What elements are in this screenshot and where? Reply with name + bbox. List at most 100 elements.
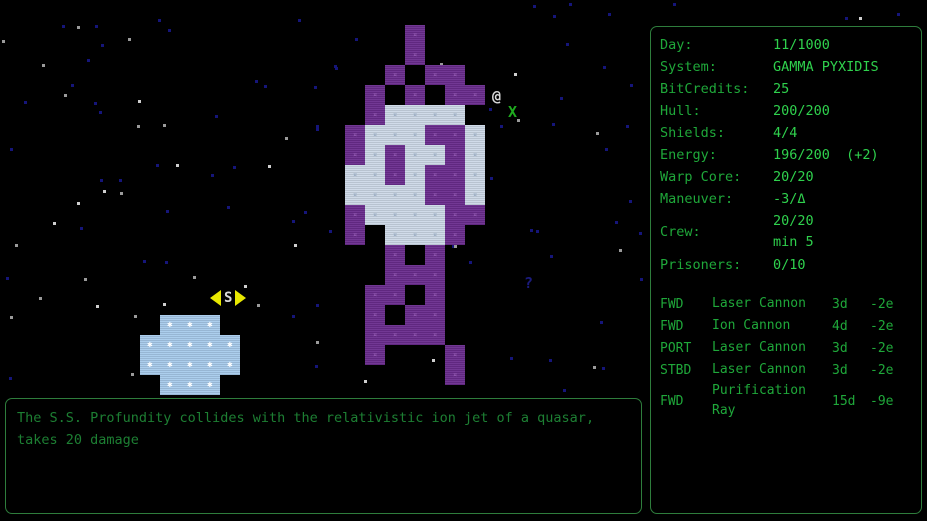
ship-tile: ¤ xyxy=(385,265,405,285)
ship-tile: ¤ xyxy=(365,185,385,205)
ship-tile: ✱ xyxy=(160,315,180,335)
star xyxy=(264,85,267,88)
ship-tile: ¤ xyxy=(445,345,465,365)
status-label: Crew: xyxy=(660,224,701,240)
star xyxy=(163,124,166,127)
status-value: 25 xyxy=(773,81,790,97)
star xyxy=(640,278,643,281)
star xyxy=(292,220,295,223)
ship-tile: ¤ xyxy=(445,205,465,225)
star xyxy=(168,29,171,32)
weapon-row[interactable]: PORT Laser Cannon 3d -2e xyxy=(660,337,918,359)
star xyxy=(364,380,367,383)
status-value: 200/200 xyxy=(773,103,830,119)
ship-tile: ¤ xyxy=(445,165,465,185)
message-log-text: The S.S. Profundity collides with the re… xyxy=(17,410,603,448)
star xyxy=(552,123,555,126)
star xyxy=(257,304,260,307)
weapon-energy-cost: -2e xyxy=(870,340,894,356)
star xyxy=(530,229,533,232)
weapon-name: Purification Ray xyxy=(712,383,806,418)
status-value: GAMMA PYXIDIS xyxy=(773,59,879,75)
ship-tile: ✱ xyxy=(160,335,180,355)
enemy-ship-sprite[interactable]: ¤ ¤ ¤ ¤ ¤ ¤ ¤ ¤ ¤ ¤ ¤ ¤ ¤ ¤ ¤ ¤ ¤ ¤ ¤ ¤ ¤ ¤ ¤ ¤ ¤ ¤ ¤ ¤ ¤ ¤ ¤ ¤ ¤ ¤ ¤ ¤ ¤ ¤ ¤ ¤… xyxy=(345,25,485,385)
ship-tile: ¤ xyxy=(365,125,385,145)
ship-tile: ✱ xyxy=(140,335,160,355)
star xyxy=(176,164,179,167)
weapon-row[interactable]: FWD Laser Cannon 3d -2e xyxy=(660,293,918,315)
ship-tile: ✱ xyxy=(160,355,180,375)
status-row: Warp Core: 20/20 xyxy=(660,166,918,188)
star xyxy=(536,230,539,233)
status-value-primary: 20/20 xyxy=(773,213,814,229)
ship-tile: ¤ xyxy=(385,185,405,205)
status-value-secondary: min 5 xyxy=(773,234,814,250)
weapon-energy-cost: -2e xyxy=(870,318,894,334)
ship-tile: ✱ xyxy=(140,355,160,375)
star xyxy=(600,321,603,324)
ship-tile: ¤ xyxy=(445,225,465,245)
ship-tile: ¤ xyxy=(425,225,445,245)
star xyxy=(566,43,569,46)
star xyxy=(15,244,18,247)
cursor-left-arrow-icon[interactable] xyxy=(210,290,221,306)
status-row: Energy: 196/200 (+2) xyxy=(660,144,918,166)
weapons-list: FWD Laser Cannon 3d -2e FWD Ion Cannon 4d -2e PO… xyxy=(660,293,918,421)
status-value: 196/200 (+2) xyxy=(773,147,879,163)
unknown-marker: ? xyxy=(524,274,534,292)
ship-tile: ¤ xyxy=(465,85,485,105)
star xyxy=(619,249,622,252)
star xyxy=(605,148,608,151)
ship-tile: ¤ xyxy=(405,125,425,145)
star xyxy=(103,190,106,193)
ship-tile: ¤ xyxy=(425,325,445,345)
star xyxy=(314,86,317,89)
ship-tile: ¤ xyxy=(345,125,365,145)
star xyxy=(569,3,572,6)
star xyxy=(158,19,161,22)
ship-tile: ¤ xyxy=(405,45,425,65)
star xyxy=(131,373,134,376)
status-value: 11/1000 xyxy=(773,37,830,53)
status-row: System: GAMMA PYXIDIS xyxy=(660,56,918,78)
target-marker: X xyxy=(508,103,518,121)
star xyxy=(101,44,104,47)
star xyxy=(490,177,493,180)
ship-tile: ¤ xyxy=(445,145,465,165)
star xyxy=(316,128,319,131)
star xyxy=(897,13,900,16)
star xyxy=(316,125,319,128)
ship-tile: ¤ xyxy=(365,305,385,325)
ship-tile: ¤ xyxy=(405,105,425,125)
star xyxy=(96,305,99,308)
ship-tile: ✱ xyxy=(180,355,200,375)
ship-tile: ¤ xyxy=(365,145,385,165)
selection-cursor[interactable]: S xyxy=(210,290,247,306)
ship-tile: ¤ xyxy=(445,365,465,385)
status-row: Maneuver: -3/Δ xyxy=(660,188,918,210)
weapon-row[interactable]: STBD Laser Cannon 3d -2e xyxy=(660,359,918,381)
status-panel: Day: 11/1000 System: GAMMA PYXIDIS BitCredit… xyxy=(650,26,922,514)
ship-tile: ¤ xyxy=(465,185,485,205)
star xyxy=(626,125,629,128)
star xyxy=(549,359,552,362)
ship-tile: ¤ xyxy=(405,85,425,105)
star xyxy=(596,132,599,135)
weapon-row[interactable]: FWD Purification Ray 15d -9e xyxy=(660,381,918,421)
ship-tile: ¤ xyxy=(345,225,365,245)
weapon-row[interactable]: FWD Ion Cannon 4d -2e xyxy=(660,315,918,337)
star xyxy=(244,285,247,288)
star xyxy=(500,125,503,128)
star xyxy=(316,341,319,344)
cursor-right-arrow-icon[interactable] xyxy=(235,290,247,306)
star xyxy=(10,316,13,319)
star xyxy=(156,164,159,167)
ship-tile: ¤ xyxy=(465,165,485,185)
star xyxy=(165,261,168,264)
status-label: Energy: xyxy=(660,147,717,163)
status-value: -3/Δ xyxy=(773,191,806,207)
star xyxy=(304,211,307,214)
ship-tile: ¤ xyxy=(465,205,485,225)
star xyxy=(285,137,288,140)
ally-ship-sprite[interactable]: ✱ ✱ ✱ ✱ ✱ ✱ ✱ ✱ ✱ ✱ ✱ ✱ ✱ ✱ ✱ ✱ xyxy=(140,315,240,395)
